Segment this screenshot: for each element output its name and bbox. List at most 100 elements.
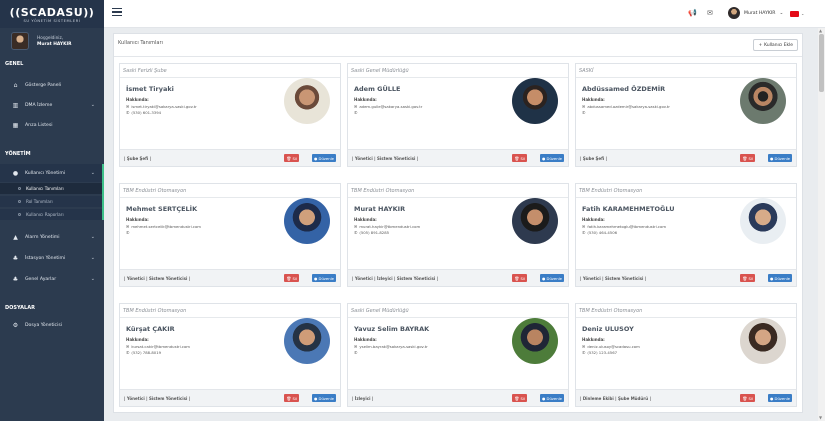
delete-button[interactable]: 🗑 Sil [284,274,299,282]
user-photo [284,318,330,364]
user-icon: ● [541,275,546,281]
user-photo [512,198,558,244]
card-phone: ✆ [126,230,131,235]
menu-icon[interactable] [112,8,122,16]
delete-button[interactable]: 🗑 Sil [740,154,755,162]
add-user-button[interactable]: + Kullanıcı Ekle [753,39,798,51]
user-card: SASKİ Abdüssamed ÖZDEMİR Hakkında: ✉ abdussa… [575,63,797,167]
edit-label: Düzenle [318,155,334,161]
logo-subtitle: SU YÖNETİM SİSTEMLERİ [23,18,81,23]
sidebar-item-file-manager[interactable]: ⚙ Dosya Yöneticisi [0,316,104,334]
delete-label: Sil [292,395,297,401]
delete-button[interactable]: 🗑 Sil [284,154,299,162]
card-phone: ✆ (505) 891-8285 [354,230,389,235]
card-phone: ✆ [354,350,359,355]
sidebar-item-general-settings[interactable]: ♣ Genel Ayarlar ⌄ [0,270,104,288]
edit-button[interactable]: ● Düzenle [311,394,336,402]
delete-button[interactable]: 🗑 Sil [284,394,299,402]
circle-icon [18,213,21,216]
sidebar-item-dashboard[interactable]: ⌂ Gösterge Paneli [0,76,104,94]
sidebar-item-user-management[interactable]: ● Kullanıcı Yönetimi ⌄ [0,164,104,182]
card-about-label: Hakkında: [126,217,149,222]
flag-tr-icon[interactable] [790,11,799,17]
edit-button[interactable]: ● Düzenle [539,274,564,282]
user-icon: ● [769,155,774,161]
user-photo [512,78,558,124]
card-email-text: fatih.karamehmetoglu@tbmendustri.com [587,224,667,229]
card-user-name: Murat HAYKIR [354,205,406,213]
scrollbar[interactable]: ▲ ▼ [818,28,825,421]
sidebar-item-alarm-management[interactable]: ▲ Alarm Yönetimi ⌄ [0,228,104,246]
user-icon: ● [769,275,774,281]
delete-label: Sil [292,275,297,281]
edit-button[interactable]: ● Düzenle [767,394,792,402]
logo-name: SCADASU [20,5,84,19]
scroll-up-icon[interactable]: ▲ [819,28,822,33]
delete-button[interactable]: 🗑 Sil [512,274,527,282]
scroll-thumb[interactable] [819,34,824,92]
sidebar-item-alarm-list[interactable]: ▦ Arıza Listesi [0,116,104,134]
card-footer: | Yönetici | Sistem Yöneticisi | 🗑 Sil ● D… [348,149,568,166]
delete-button[interactable]: 🗑 Sil [740,394,755,402]
delete-button[interactable]: 🗑 Sil [740,274,755,282]
card-phone: ✆ [354,110,359,115]
card-user-name: Adem GÜLLE [354,85,401,93]
topbar-user-menu[interactable]: Murat HAYKIR ⌄ [728,7,783,19]
sidebar-user: Hoşgeldiniz, Murat HAYKIR [0,28,104,54]
sidebar-item-label: Genel Ayarlar [25,276,57,282]
trash-icon: 🗑 [742,395,748,401]
card-roles: | Yönetici | Sistem Yöneticisi | [580,276,647,281]
scroll-down-icon[interactable]: ▼ [819,415,822,420]
megaphone-icon[interactable]: 📢 [688,9,697,17]
edit-label: Düzenle [318,395,334,401]
avatar [728,7,740,19]
user-icon: ● [313,275,318,281]
user-icon: ● [541,395,546,401]
chevron-down-icon: ⌄ [90,255,95,261]
card-email-text: abdussamed.ozdemir@sakarya-saski.gov.tr [587,104,670,109]
edit-label: Düzenle [546,395,562,401]
edit-button[interactable]: ● Düzenle [539,394,564,402]
card-footer: | İzleyici | 🗑 Sil ● Düzenle [348,389,568,406]
delete-button[interactable]: 🗑 Sil [512,394,527,402]
envelope-icon: ✉ [354,224,358,229]
section-dosyalar: DOSYALAR [5,305,35,311]
user-icon: ● [313,155,318,161]
delete-label: Sil [520,275,525,281]
card-footer: | Şube Şefi | 🗑 Sil ● Düzenle [120,149,340,166]
chevron-down-icon: ⌄ [779,10,784,16]
sidebar-subitem-role-defs[interactable]: Rol Tanımları [0,196,104,207]
mail-icon[interactable]: ✉ [707,9,713,17]
sidebar-subitem-user-defs[interactable]: Kullanıcı Tanımları [0,183,104,194]
card-organization: TBM Endüstri Otomasyon [579,188,643,194]
delete-button[interactable]: 🗑 Sil [512,154,527,162]
sidebar-item-station-management[interactable]: ♣ İstasyon Yönetimi ⌄ [0,249,104,267]
sidebar-subitem-user-reports[interactable]: Kullanıcı Raporları [0,209,104,220]
logo[interactable]: ((SCADASU)) SU YÖNETİM SİSTEMLERİ [0,0,104,28]
phone-icon: ✆ [354,230,358,235]
card-roles: | Yönetici | Sistem Yöneticisi | [124,276,191,281]
add-user-label: Kullanıcı Ekle [764,42,793,48]
card-footer: | Dinleme Ekibi | Şube Müdürü | 🗑 Sil ● Dü… [576,389,796,406]
phone-icon: ✆ [582,110,586,115]
edit-button[interactable]: ● Düzenle [539,154,564,162]
card-email: ✉ mehmet.sertcelik@tbmendustri.com [126,224,201,229]
card-organization: Saski Ferizli Şube [123,68,167,74]
sidebar-item-label: DMA İzleme [25,102,53,108]
edit-button[interactable]: ● Düzenle [311,154,336,162]
chart-icon: ▥ [12,101,19,109]
edit-button[interactable]: ● Düzenle [767,154,792,162]
edit-label: Düzenle [546,275,562,281]
chevron-down-icon: ⌄ [90,234,95,240]
card-phone-text: (505) 891-8285 [359,230,390,235]
card-user-name: Abdüssamed ÖZDEMİR [582,85,666,93]
sidebar-user-name: Murat HAYKIR [37,41,72,47]
edit-button[interactable]: ● Düzenle [311,274,336,282]
edit-button[interactable]: ● Düzenle [767,274,792,282]
delete-label: Sil [292,155,297,161]
chevron-down-icon[interactable]: ⌄ [801,11,804,16]
card-roles: | Yönetici | Sistem Yöneticisi | [352,156,419,161]
card-roles: | Şube Şefi | [124,156,151,161]
sidebar-item-dma[interactable]: ▥ DMA İzleme ⌄ [0,96,104,114]
delete-label: Sil [520,155,525,161]
